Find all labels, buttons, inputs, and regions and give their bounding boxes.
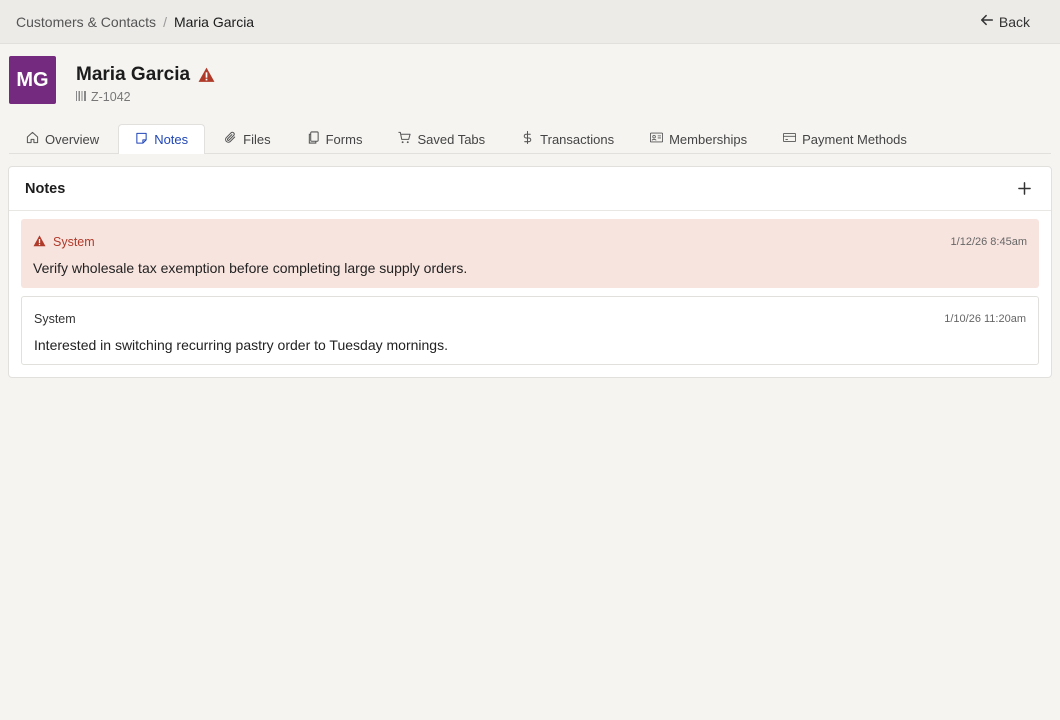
add-note-button[interactable] bbox=[1013, 178, 1035, 200]
tab-overview[interactable]: Overview bbox=[9, 124, 116, 153]
notes-panel: Notes System 1/12/26 8:45am Verify whole… bbox=[8, 166, 1052, 378]
breadcrumb: Customers & Contacts / Maria Garcia bbox=[16, 14, 254, 30]
paperclip-icon bbox=[224, 131, 237, 147]
note-text: Interested in switching recurring pastry… bbox=[34, 337, 448, 353]
tab-label: Transactions bbox=[540, 131, 615, 147]
warning-icon[interactable] bbox=[198, 67, 215, 83]
breadcrumb-parent-link[interactable]: Customers & Contacts bbox=[16, 14, 156, 30]
back-button[interactable]: Back bbox=[980, 13, 1044, 30]
breadcrumb-current: Maria Garcia bbox=[173, 13, 255, 30]
customer-name: Maria Garcia bbox=[76, 64, 191, 85]
tab-notes[interactable]: Notes bbox=[118, 124, 206, 154]
tab-forms[interactable]: Forms bbox=[290, 124, 380, 153]
dollar-icon bbox=[521, 130, 534, 147]
home-icon bbox=[26, 131, 39, 147]
note-timestamp: 1/10/26 11:20am bbox=[944, 313, 1026, 325]
tab-label: Saved Tabs bbox=[417, 131, 486, 147]
tab-label: Overview bbox=[45, 131, 100, 147]
back-button-label: Back bbox=[998, 13, 1030, 30]
arrow-left-icon bbox=[980, 13, 994, 30]
copy-icon bbox=[307, 131, 320, 147]
tab-label: Forms bbox=[325, 131, 363, 147]
note-timestamp: 1/12/26 8:45am bbox=[950, 236, 1027, 248]
note-card-flagged[interactable]: System 1/12/26 8:45am Verify wholesale t… bbox=[21, 219, 1039, 288]
note-author: System bbox=[53, 235, 95, 249]
tab-label: Files bbox=[243, 131, 271, 147]
credit-card-icon bbox=[783, 131, 797, 147]
tab-label: Notes bbox=[154, 132, 189, 147]
barcode-icon bbox=[76, 90, 87, 104]
tab-transactions[interactable]: Transactions bbox=[504, 124, 631, 153]
customer-id: Z-1042 bbox=[91, 90, 131, 104]
cart-icon bbox=[398, 131, 412, 147]
tab-saved-tabs[interactable]: Saved Tabs bbox=[381, 124, 502, 153]
tab-files[interactable]: Files bbox=[207, 124, 287, 153]
note-text: Verify wholesale tax exemption before co… bbox=[33, 260, 468, 276]
notes-panel-title: Notes bbox=[25, 180, 66, 197]
plus-icon bbox=[1017, 182, 1031, 195]
note-card[interactable]: System 1/10/26 11:20am Interested in swi… bbox=[21, 296, 1039, 365]
tab-label: Memberships bbox=[669, 131, 748, 147]
avatar: MG bbox=[9, 56, 56, 104]
breadcrumb-separator: / bbox=[163, 13, 167, 30]
warning-icon bbox=[33, 234, 46, 250]
top-bar: Customers & Contacts / Maria Garcia Back bbox=[0, 0, 1060, 44]
note-icon bbox=[135, 132, 148, 148]
tab-bar: Overview Notes Files Forms Saved Tabs Tr… bbox=[9, 124, 1051, 154]
id-card-icon bbox=[650, 131, 664, 147]
tab-memberships[interactable]: Memberships bbox=[633, 124, 764, 153]
tab-payment-methods[interactable]: Payment Methods bbox=[766, 124, 924, 153]
note-author: System bbox=[34, 312, 76, 326]
tab-label: Payment Methods bbox=[802, 131, 907, 147]
